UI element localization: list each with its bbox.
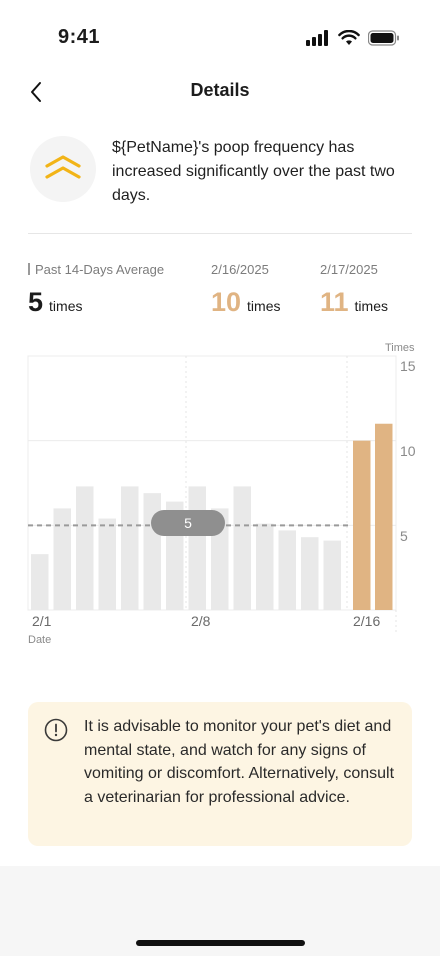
average-pill[interactable]: 5	[151, 510, 225, 536]
chart-bar	[301, 537, 319, 610]
x-axis-title: Date	[28, 634, 52, 646]
chart-bar	[121, 486, 139, 610]
divider	[28, 233, 412, 234]
home-indicator[interactable]	[136, 940, 305, 946]
chart-bar	[76, 486, 94, 610]
y-tick-label: 15	[400, 358, 416, 374]
phone-screen: 9:41 Details ${PetName}'s poop frequency…	[0, 0, 440, 956]
double-chevron-up-icon	[45, 155, 81, 179]
x-tick-label: 2/1	[32, 613, 52, 629]
chart-bar	[233, 486, 251, 610]
frequency-chart: Times 15 10 5 2/1 2/8 2/16 Date 5	[0, 340, 440, 660]
stat-day-2: 2/17/2025 11 times	[320, 262, 388, 318]
advice-card: It is advisable to monitor your pet's di…	[28, 702, 412, 846]
status-bar: 9:41	[0, 0, 440, 70]
y-tick-label: 5	[400, 528, 408, 544]
chart-bar	[375, 423, 393, 610]
y-tick-label: 10	[400, 443, 416, 459]
trend-badge	[30, 136, 96, 202]
stat-unit: times	[49, 298, 83, 314]
chart-canvas	[27, 355, 397, 632]
chart-bar	[353, 440, 371, 610]
chart-bar	[278, 530, 296, 610]
chart-bar	[53, 508, 71, 610]
stat-unit: times	[247, 298, 281, 314]
signal-icon	[306, 30, 328, 46]
chart-bar	[188, 486, 206, 610]
chart-bar	[98, 518, 116, 610]
stat-day-1: 2/16/2025 10 times	[211, 262, 281, 318]
x-tick-label: 2/16	[353, 613, 381, 629]
stat-unit: times	[354, 298, 388, 314]
stat-label: 2/16/2025	[211, 262, 269, 277]
chart-bar	[31, 554, 49, 610]
advice-text: It is advisable to monitor your pet's di…	[84, 718, 395, 806]
alert-message: ${PetName}'s poop frequency has increase…	[112, 139, 395, 204]
stat-label: Past 14-Days Average	[28, 262, 164, 277]
status-icons	[306, 30, 400, 46]
battery-icon	[368, 30, 399, 46]
page-title: Details	[190, 80, 250, 100]
legend-mark	[28, 263, 30, 275]
stats-row: Past 14-Days Average 5 times 2/16/2025 10…	[28, 262, 412, 332]
stat-value: 10	[211, 287, 242, 317]
stat-average: Past 14-Days Average 5 times	[28, 262, 164, 318]
stat-value: 5	[28, 287, 44, 317]
y-axis-title: Times	[385, 342, 415, 354]
x-tick-label: 2/8	[191, 613, 211, 629]
wifi-icon	[338, 30, 360, 45]
chart-bar	[323, 540, 341, 610]
stat-label: 2/17/2025	[320, 262, 378, 277]
trend-alert: ${PetName}'s poop frequency has increase…	[30, 136, 410, 216]
info-icon	[44, 718, 68, 742]
status-time: 9:41	[58, 26, 101, 48]
chart-bar	[256, 523, 274, 610]
nav-bar: Details	[0, 70, 440, 114]
stat-value: 11	[320, 287, 349, 317]
